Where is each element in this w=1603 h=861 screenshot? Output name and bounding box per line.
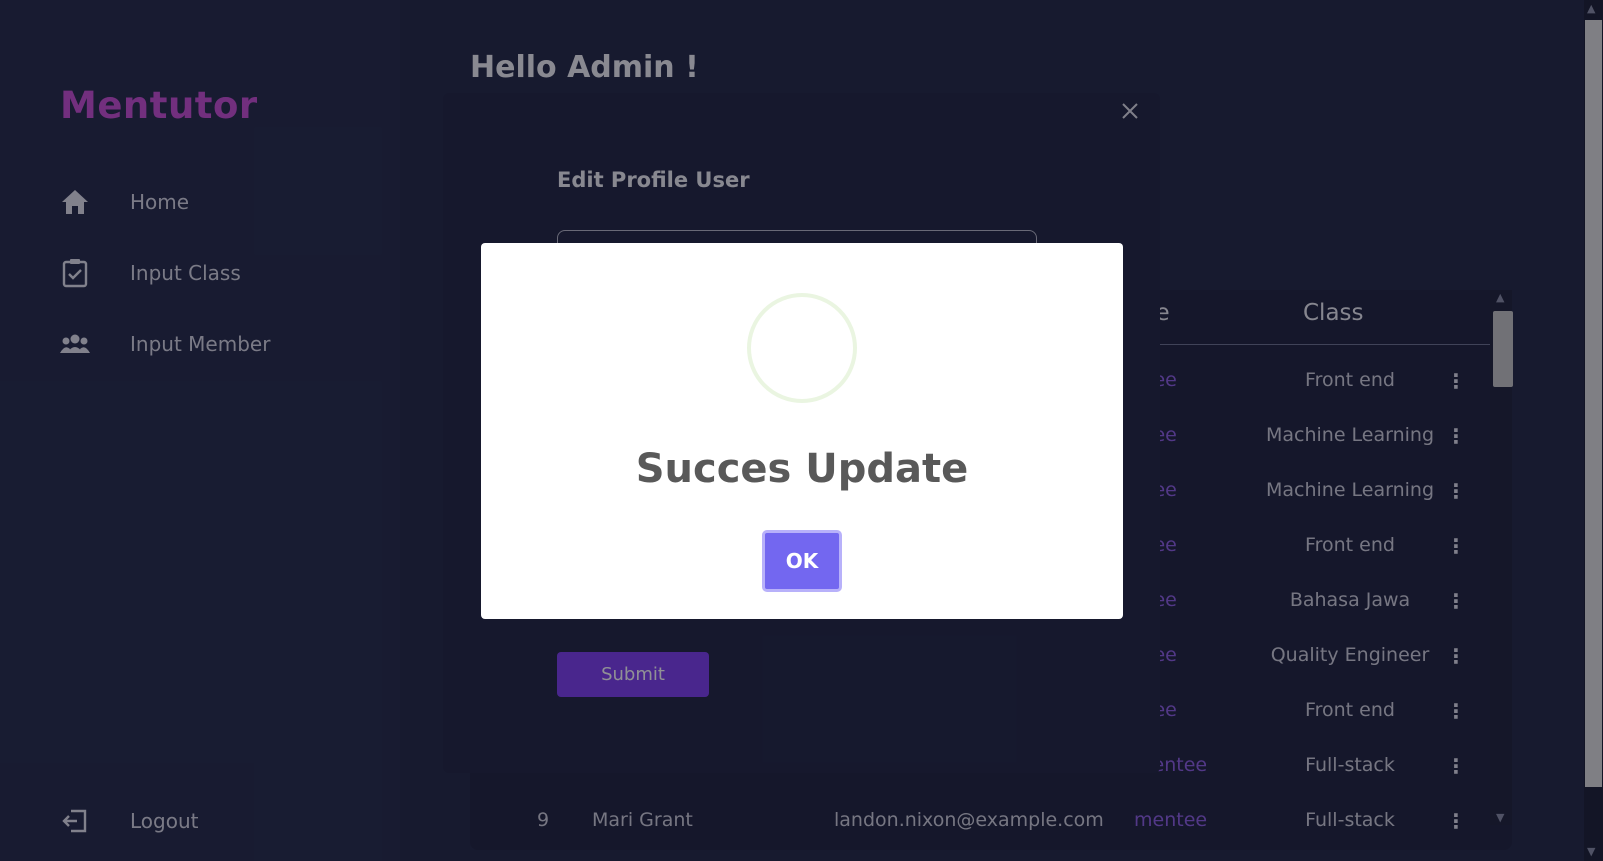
ok-button[interactable]: OK [762, 530, 842, 592]
success-title: Succes Update [635, 446, 969, 492]
success-icon [747, 293, 857, 403]
